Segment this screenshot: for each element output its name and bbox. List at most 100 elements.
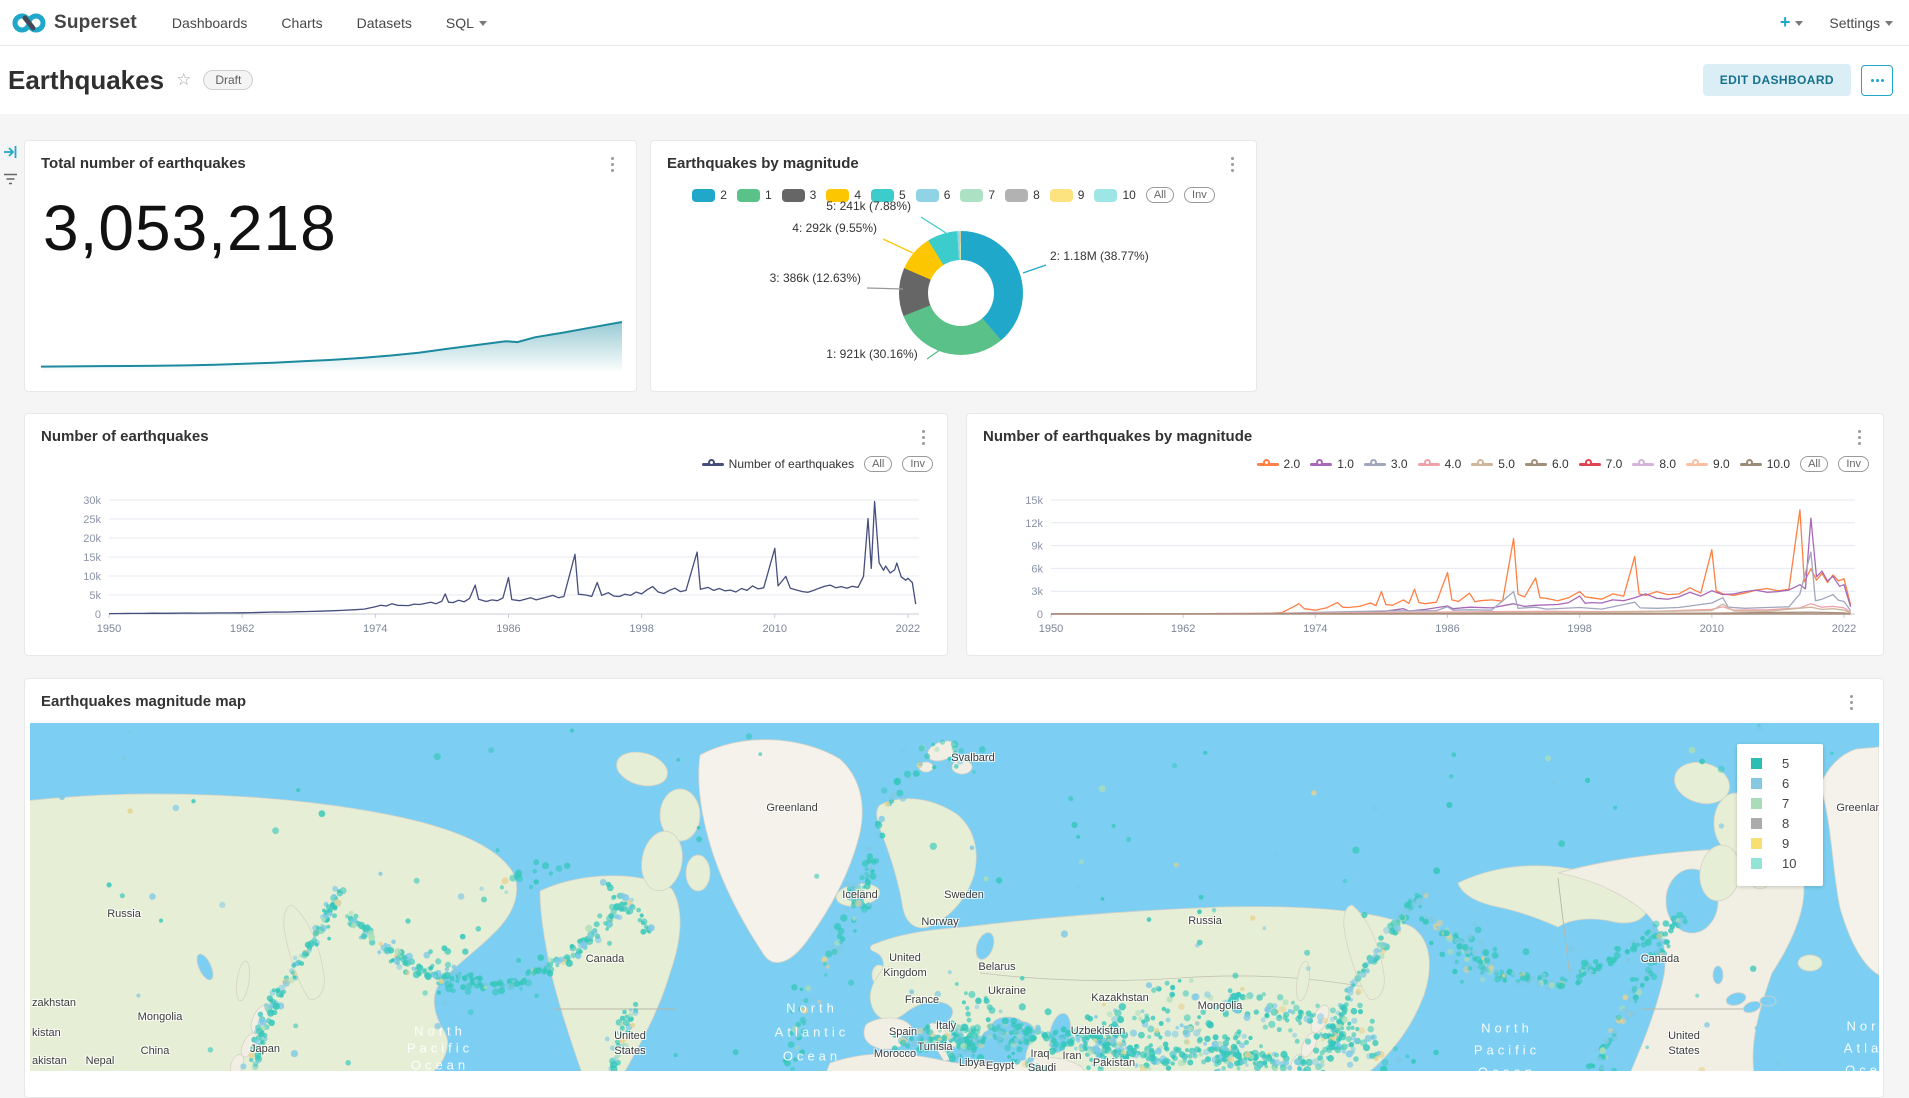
map-label: Iran [1063, 1050, 1082, 1062]
legend-item-7.0[interactable]: 7.0 [1579, 457, 1623, 471]
edit-dashboard-button[interactable]: EDIT DASHBOARD [1703, 64, 1851, 96]
nav-item-dashboards[interactable]: Dashboards [155, 15, 265, 31]
series-1.0 [1051, 518, 1851, 614]
line2-plot: 03k6k9k12k15k195019621974198619982010202… [967, 492, 1885, 652]
svg-text:1950: 1950 [1039, 623, 1063, 635]
superset-brand[interactable]: Superset [12, 11, 137, 35]
map-label: Tunisia [917, 1041, 952, 1053]
world-map[interactable]: 5678910 NorthPacificOceanNorthAtlanticOc… [30, 723, 1879, 1071]
svg-text:2010: 2010 [1700, 623, 1724, 635]
legend-item-2[interactable]: 2 [692, 188, 727, 202]
legend-inverse-button[interactable]: Inv [902, 456, 933, 472]
trendline-sparkline [41, 317, 622, 373]
series-marker-icon [1740, 459, 1762, 469]
legend-item-7[interactable]: 7 [960, 188, 995, 202]
chart-title: Number of earthquakes by magnitude [983, 428, 1252, 445]
map-label: China [141, 1045, 170, 1057]
legend-inverse-button[interactable]: Inv [1838, 456, 1869, 472]
kebab-menu-icon[interactable] [1846, 691, 1857, 714]
legend-swatch [916, 189, 939, 202]
legend-item-8.0[interactable]: 8.0 [1632, 457, 1676, 471]
svg-text:15k: 15k [1025, 495, 1043, 507]
ocean-label: Ocean [1478, 1065, 1536, 1072]
donut-callout-label: 5: 241k (7.88%) [826, 199, 911, 213]
svg-text:15k: 15k [83, 552, 101, 564]
ocean-label: Atlantic [775, 1025, 850, 1040]
legend-item-4.0[interactable]: 4.0 [1418, 457, 1462, 471]
ocean-label: Ocean [783, 1049, 841, 1064]
map-label: UnitedKingdom [883, 951, 926, 981]
legend-all-button[interactable]: All [864, 456, 892, 472]
legend-swatch [782, 189, 805, 202]
map-legend-item-5: 5 [1751, 756, 1811, 771]
legend-all-button[interactable]: All [1800, 456, 1828, 472]
legend-item-6.0[interactable]: 6.0 [1525, 457, 1569, 471]
nav-menu: DashboardsChartsDatasetsSQL [155, 15, 504, 31]
legend-item-10.0[interactable]: 10.0 [1740, 457, 1790, 471]
map-label: Mongolia [1198, 1000, 1243, 1012]
card-number-of-earthquakes: Number of earthquakes Number of earthqua… [24, 413, 948, 656]
legend-item-2.0[interactable]: 2.0 [1257, 457, 1301, 471]
legend-inverse-button[interactable]: Inv [1184, 187, 1215, 203]
card-earthquakes-by-magnitude-lines: Number of earthquakes by magnitude 2.0 1.… [966, 413, 1884, 656]
more-options-button[interactable] [1861, 65, 1893, 96]
donut-hole [928, 260, 994, 326]
series-marker-icon [1364, 459, 1386, 469]
legend-item-Number of earthquakes[interactable]: Number of earthquakes [702, 457, 854, 471]
map-legend-item-8: 8 [1751, 816, 1811, 831]
chevron-down-icon [1885, 21, 1893, 26]
nav-item-datasets[interactable]: Datasets [340, 15, 429, 31]
map-label: UnitedStates [614, 1029, 646, 1059]
legend-item-9.0[interactable]: 9.0 [1686, 457, 1730, 471]
legend-item-1[interactable]: 1 [737, 188, 772, 202]
big-number-value: 3,053,218 [43, 191, 337, 265]
legend-item-3.0[interactable]: 3.0 [1364, 457, 1408, 471]
svg-text:1962: 1962 [230, 623, 254, 635]
map-label: Spain [889, 1026, 917, 1038]
svg-text:2022: 2022 [896, 623, 920, 635]
new-item-button[interactable]: + [1780, 12, 1804, 33]
chart-title: Total number of earthquakes [41, 155, 246, 172]
nav-item-sql[interactable]: SQL [429, 15, 504, 31]
nav-right: + Settings [1780, 12, 1893, 33]
kebab-menu-icon[interactable] [1854, 426, 1865, 449]
ocean-label: North [414, 1024, 466, 1039]
legend-item-9[interactable]: 9 [1050, 188, 1085, 202]
favorite-star-icon[interactable]: ☆ [176, 70, 191, 90]
series-2.0 [1051, 510, 1851, 614]
svg-text:30k: 30k [83, 495, 101, 507]
legend-all-button[interactable]: All [1146, 187, 1174, 203]
ocean-label: Atla [1844, 1041, 1879, 1056]
kebab-menu-icon[interactable] [1227, 153, 1238, 176]
map-label: Italy [936, 1020, 956, 1032]
map-legend: 5678910 [1737, 744, 1823, 886]
map-label: Belarus [978, 961, 1015, 973]
map-label: kistan [32, 1027, 61, 1039]
svg-text:2022: 2022 [1832, 623, 1856, 635]
svg-text:3k: 3k [1031, 586, 1043, 598]
ocean-label: Pacific [407, 1041, 473, 1056]
legend-item-6[interactable]: 6 [916, 188, 951, 202]
map-legend-item-6: 6 [1751, 776, 1811, 791]
svg-text:1962: 1962 [1171, 623, 1195, 635]
legend-item-3[interactable]: 3 [782, 188, 817, 202]
kebab-menu-icon[interactable] [607, 153, 618, 176]
settings-menu[interactable]: Settings [1829, 15, 1893, 31]
ocean-label: Pacific [1474, 1043, 1540, 1058]
series-marker-icon [702, 459, 724, 469]
filter-icon[interactable] [3, 173, 18, 186]
legend-item-8[interactable]: 8 [1005, 188, 1040, 202]
legend-item-5.0[interactable]: 5.0 [1471, 457, 1515, 471]
nav-item-charts[interactable]: Charts [264, 15, 339, 31]
map-label: France [905, 994, 939, 1006]
donut-legend: 21345678910AllInv [651, 187, 1256, 203]
kebab-menu-icon[interactable] [918, 426, 929, 449]
map-label: Nepal [86, 1055, 115, 1067]
svg-text:1986: 1986 [1435, 623, 1459, 635]
legend-swatch [692, 189, 715, 202]
legend-swatch [1005, 189, 1028, 202]
legend-item-1.0[interactable]: 1.0 [1310, 457, 1354, 471]
legend-item-10[interactable]: 10 [1094, 188, 1135, 202]
expand-filter-bar-icon[interactable] [3, 145, 18, 159]
map-label: Morocco [874, 1048, 916, 1060]
